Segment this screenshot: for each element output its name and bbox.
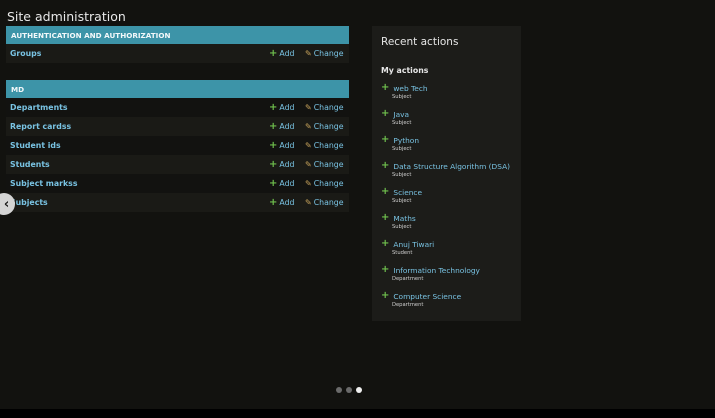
- plus-icon: +: [381, 160, 390, 171]
- action-type: Subject: [392, 94, 412, 100]
- action-link[interactable]: Maths: [393, 214, 415, 223]
- table-row: Departments + Add ✎ Change: [6, 98, 349, 117]
- action-link[interactable]: Information Technology: [393, 266, 480, 275]
- module-md: MD Departments + Add ✎ Change Report cardss + A…: [6, 80, 349, 212]
- plus-icon: +: [381, 212, 390, 223]
- change-button[interactable]: ✎ Change: [305, 122, 344, 131]
- action-link[interactable]: Java: [393, 110, 409, 119]
- recent-actions-title: Recent actions: [381, 36, 459, 48]
- change-button[interactable]: ✎ Change: [305, 179, 344, 188]
- action-link[interactable]: web Tech: [393, 84, 427, 93]
- model-link-groups[interactable]: Groups: [10, 49, 41, 58]
- list-item: + Data Structure Algorithm (DSA) Subject: [381, 160, 512, 179]
- carousel-dot[interactable]: [336, 387, 342, 393]
- plus-icon: +: [381, 108, 390, 119]
- plus-icon: +: [381, 134, 390, 145]
- action-link[interactable]: Science: [393, 188, 422, 197]
- recent-actions-panel: Recent actions My actions + web Tech Subje…: [372, 26, 521, 321]
- add-button[interactable]: + Add: [269, 120, 295, 132]
- plus-icon: +: [269, 196, 278, 208]
- action-link[interactable]: Data Structure Algorithm (DSA): [393, 162, 510, 171]
- page-title: Site administration: [7, 9, 126, 25]
- model-link-students[interactable]: Students: [10, 160, 50, 169]
- table-row: Subject markss + Add ✎ Change: [6, 174, 349, 193]
- list-item: + Python Subject: [381, 134, 512, 153]
- add-button[interactable]: + Add: [269, 158, 295, 170]
- action-type: Department: [392, 302, 424, 308]
- action-link[interactable]: Python: [393, 136, 419, 145]
- table-row: Subjects + Add ✎ Change: [6, 193, 349, 212]
- plus-icon: +: [381, 264, 390, 275]
- list-item: + Science Subject: [381, 186, 512, 205]
- carousel-dots: [336, 387, 362, 393]
- chevron-left-icon: ‹: [3, 196, 10, 212]
- plus-icon: +: [269, 158, 278, 170]
- carousel-dot[interactable]: [346, 387, 352, 393]
- plus-icon: +: [381, 82, 390, 93]
- add-button[interactable]: + Add: [269, 196, 295, 208]
- my-actions-title: My actions: [381, 66, 429, 75]
- action-type: Subject: [392, 198, 412, 204]
- table-row: Groups + Add ✎ Change: [6, 44, 349, 63]
- action-type: Subject: [392, 224, 412, 230]
- plus-icon: +: [381, 238, 390, 249]
- action-link[interactable]: Anuj Tiwari: [393, 240, 434, 249]
- table-row: Students + Add ✎ Change: [6, 155, 349, 174]
- list-item: + Computer Science Department: [381, 290, 512, 309]
- add-button[interactable]: + Add: [269, 47, 295, 59]
- plus-icon: +: [269, 47, 278, 59]
- list-item: + web Tech Subject: [381, 82, 512, 101]
- pencil-icon: ✎: [305, 48, 312, 58]
- module-auth: Authentication and Authorization Groups …: [6, 26, 349, 63]
- list-item: + Maths Subject: [381, 212, 512, 231]
- plus-icon: +: [269, 177, 278, 189]
- pencil-icon: ✎: [305, 140, 312, 150]
- add-button[interactable]: + Add: [269, 139, 295, 151]
- plus-icon: +: [269, 101, 278, 113]
- change-button[interactable]: ✎ Change: [305, 141, 344, 150]
- model-link-student-ids[interactable]: Student ids: [10, 141, 61, 150]
- action-type: Student: [392, 250, 413, 256]
- add-button[interactable]: + Add: [269, 101, 295, 113]
- pencil-icon: ✎: [305, 102, 312, 112]
- change-button[interactable]: ✎ Change: [305, 198, 344, 207]
- change-button[interactable]: ✎ Change: [305, 103, 344, 112]
- module-header-md[interactable]: MD: [6, 80, 349, 98]
- model-link-subject-markss[interactable]: Subject markss: [10, 179, 77, 188]
- action-link[interactable]: Computer Science: [393, 292, 461, 301]
- list-item: + Java Subject: [381, 108, 512, 127]
- table-row: Report cardss + Add ✎ Change: [6, 117, 349, 136]
- model-link-subjects[interactable]: Subjects: [10, 198, 48, 207]
- recent-actions-list: + web Tech Subject + Java Subject + Python Subje…: [381, 82, 512, 309]
- pencil-icon: ✎: [305, 159, 312, 169]
- list-item: + Information Technology Department: [381, 264, 512, 283]
- model-link-report-cardss[interactable]: Report cardss: [10, 122, 71, 131]
- change-button[interactable]: ✎ Change: [305, 49, 344, 58]
- table-row: Student ids + Add ✎ Change: [6, 136, 349, 155]
- add-button[interactable]: + Add: [269, 177, 295, 189]
- carousel-dot[interactable]: [356, 387, 362, 393]
- bottom-bar: [0, 409, 715, 418]
- pencil-icon: ✎: [305, 121, 312, 131]
- action-type: Subject: [392, 120, 412, 126]
- plus-icon: +: [381, 290, 390, 301]
- action-type: Subject: [392, 146, 412, 152]
- pencil-icon: ✎: [305, 197, 312, 207]
- change-button[interactable]: ✎ Change: [305, 160, 344, 169]
- action-type: Department: [392, 276, 424, 282]
- plus-icon: +: [381, 186, 390, 197]
- pencil-icon: ✎: [305, 178, 312, 188]
- plus-icon: +: [269, 120, 278, 132]
- module-header-auth[interactable]: Authentication and Authorization: [6, 26, 349, 44]
- action-type: Subject: [392, 172, 412, 178]
- plus-icon: +: [269, 139, 278, 151]
- list-item: + Anuj Tiwari Student: [381, 238, 512, 257]
- model-link-departments[interactable]: Departments: [10, 103, 68, 112]
